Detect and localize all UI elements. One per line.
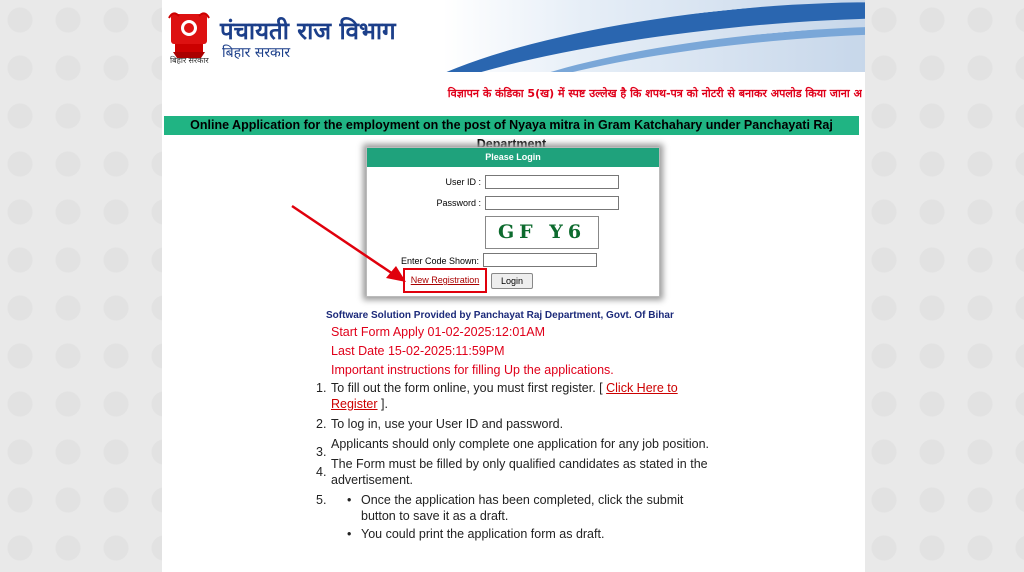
instruction-3-text: Applicants should only complete one appl… — [331, 437, 710, 451]
scrolling-notice: विज्ञापन के कंडिका 5(ख) में स्पष्ट उल्ले… — [447, 87, 862, 100]
instructions-list: 1. To fill out the form online, you must… — [312, 380, 712, 546]
instruction-5-sublist: Once the application has been completed,… — [345, 492, 712, 542]
list-item: 2. To log in, use your User ID and passw… — [316, 417, 564, 431]
site-header: बिहार सरकार पंचायती राज विभाग बिहार सरका… — [162, 0, 865, 72]
list-item: 3. Applicants should only complete one a… — [316, 437, 710, 459]
list-item: 1. To fill out the form online, you must… — [316, 381, 678, 411]
page-container: बिहार सरकार पंचायती राज विभाग बिहार सरका… — [162, 0, 865, 572]
captcha-input[interactable] — [483, 253, 597, 267]
login-title: Please Login — [367, 148, 659, 167]
instruction-1-end: ]. — [377, 397, 388, 411]
password-label: Password : — [436, 198, 481, 208]
instructions-title: Important instructions for filling Up th… — [331, 363, 614, 377]
list-item: You could print the application form as … — [345, 526, 712, 542]
instruction-2-text: To log in, use your User ID and password… — [331, 417, 564, 431]
list-item: 4. The Form must be filled by only quali… — [316, 457, 708, 487]
application-banner: Online Application for the employment on… — [164, 116, 859, 151]
logo-caption: बिहार सरकार — [170, 56, 209, 65]
site-subtitle: बिहार सरकार — [222, 45, 291, 61]
list-item: 5. Once the application has been complet… — [312, 492, 712, 542]
user-id-label: User ID : — [445, 177, 481, 187]
instruction-4-text: The Form must be filled by only qualifie… — [331, 457, 708, 487]
last-date-text: Last Date 15-02-2025:11:59PM — [331, 344, 505, 358]
red-arrow-annotation — [291, 204, 406, 282]
list-item: Once the application has been completed,… — [345, 492, 712, 524]
start-date-text: Start Form Apply 01-02-2025:12:01AM — [331, 325, 546, 339]
software-provider-text: Software Solution Provided by Panchayat … — [326, 310, 674, 321]
user-id-input[interactable] — [485, 175, 619, 189]
login-button[interactable]: Login — [491, 273, 533, 289]
instruction-1-text: To fill out the form online, you must fi… — [331, 381, 607, 395]
password-input[interactable] — [485, 196, 619, 210]
captcha-image: GF Y6 — [485, 216, 599, 249]
new-registration-link[interactable]: New Registration — [403, 268, 487, 293]
